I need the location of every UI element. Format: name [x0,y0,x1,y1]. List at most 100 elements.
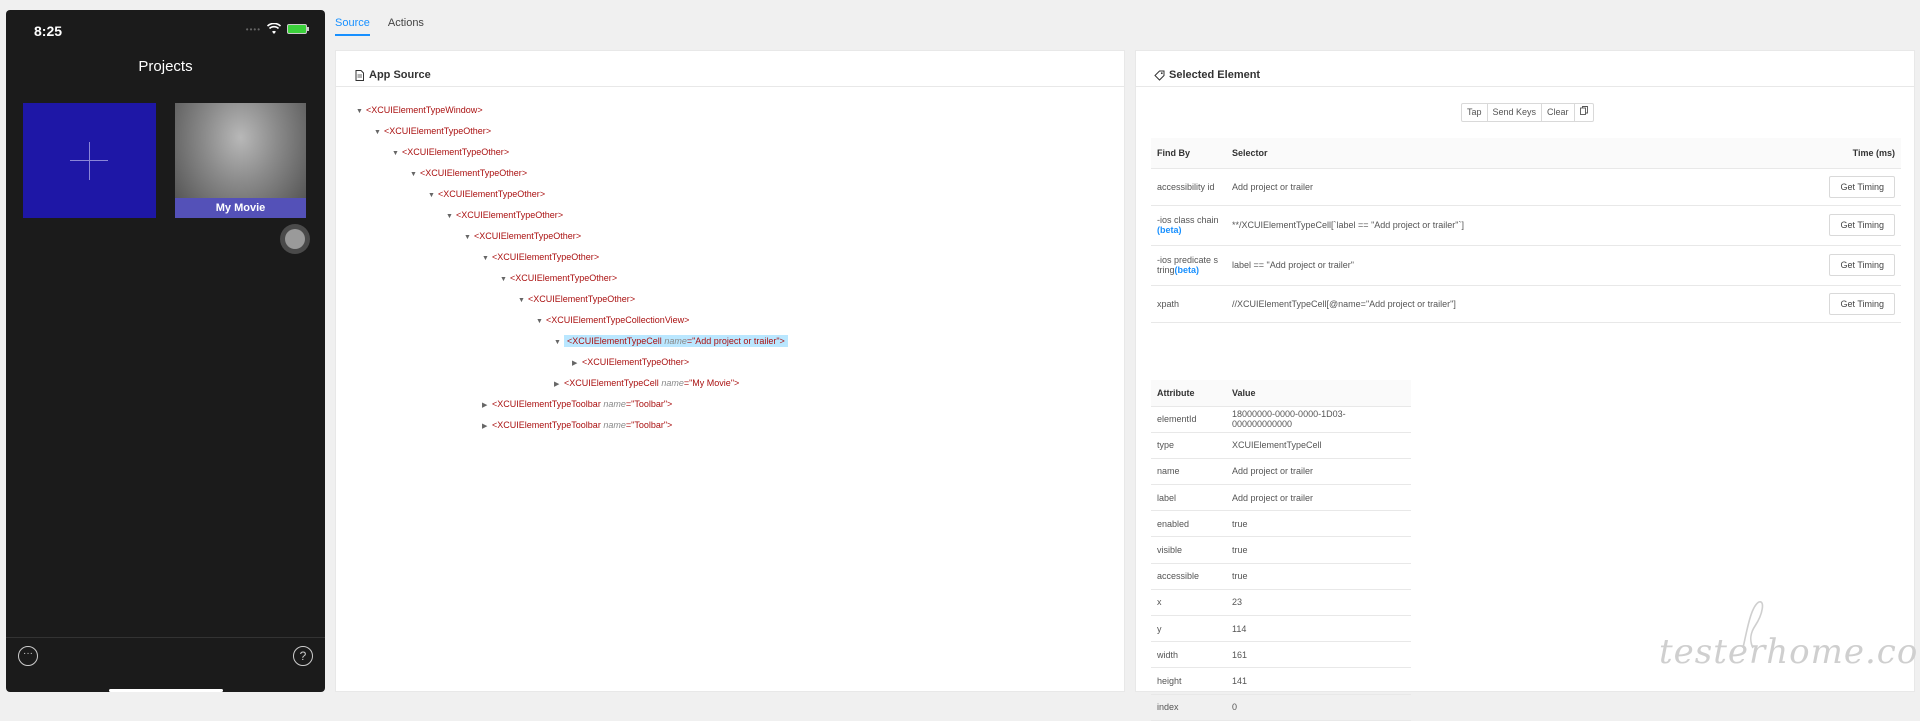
selector-value: //XCUIElementTypeCell[@name="Add project… [1226,285,1739,323]
tab-source[interactable]: Source [335,0,370,36]
tap-button[interactable]: Tap [1462,104,1488,121]
tree-node[interactable]: ▼ <XCUIElementTypeWindow> [356,103,483,117]
tree-node-label[interactable]: <XCUIElementTypeToolbar name="Toolbar"> [492,399,672,409]
add-project-tile[interactable] [23,103,156,218]
bracket: > [485,126,492,136]
tree-node[interactable]: ▼ <XCUIElementTypeOther> [518,292,635,306]
bracket: > [779,336,785,346]
tree-node[interactable]: ▼ <XCUIElementTypeOther> [446,208,563,222]
node-tag: XCUIElementTypeOther [587,357,684,367]
tree-node[interactable]: ▶ <XCUIElementTypeCell name="My Movie"> [554,376,739,390]
attribute-value: true [1226,510,1411,538]
caret-down-icon[interactable]: ▼ [482,252,492,266]
clear-button[interactable]: Clear [1542,104,1575,121]
node-tag: XCUIElementTypeOther [443,189,540,199]
node-tag: XCUIElementTypeOther [461,210,558,220]
tree-node-label[interactable]: <XCUIElementTypeOther> [474,231,581,241]
more-icon[interactable]: ··· [18,646,38,666]
caret-down-icon[interactable]: ▼ [356,105,366,119]
find-by-row: xpath //XCUIElementTypeCell[@name="Add pr… [1151,285,1901,323]
app-source-title: App Source [369,69,431,81]
get-timing-button[interactable]: Get Timing [1829,175,1895,198]
help-icon[interactable]: ? [293,646,313,666]
tree-node[interactable]: ▼ <XCUIElementTypeOther> [392,145,509,159]
tree-node-label[interactable]: <XCUIElementTypeOther> [528,294,635,304]
get-timing-button[interactable]: Get Timing [1829,254,1895,276]
tree-node-label[interactable]: <XCUIElementTypeOther> [438,189,545,199]
find-by-rows: accessibility id Add project or trailer Ge… [1151,168,1901,323]
tree-node[interactable]: ▼ <XCUIElementTypeOther> [428,187,545,201]
tree-node-label[interactable]: <XCUIElementTypeWindow> [366,105,483,115]
timing-cell: Get Timing [1738,168,1901,206]
tree-node-label[interactable]: <XCUIElementTypeOther> [510,273,617,283]
movie-label: My Movie [175,198,306,218]
attribute-name: visible [1151,536,1226,564]
tree-node[interactable]: ▼ <XCUIElementTypeCell name="Add project … [554,334,788,348]
attribute-name: x [1151,589,1226,617]
caret-right-icon[interactable]: ▶ [554,378,564,392]
caret-down-icon[interactable]: ▼ [374,126,384,140]
tree-node-label[interactable]: <XCUIElementTypeOther> [492,252,599,262]
tree-node-label[interactable]: <XCUIElementTypeOther> [582,357,689,367]
bracket: > [521,168,528,178]
bracket: > [629,294,636,304]
tree-node[interactable]: ▶ <XCUIElementTypeOther> [572,355,689,369]
tree-node-label[interactable]: <XCUIElementTypeCell name="Add project o… [564,335,788,347]
caret-right-icon[interactable]: ▶ [482,399,492,413]
tree-node-label[interactable]: <XCUIElementTypeOther> [402,147,509,157]
tree-node-label[interactable]: <XCUIElementTypeCollectionView> [546,315,689,325]
tab-actions[interactable]: Actions [388,0,424,44]
selected-element-panel: Selected Element Tap Send Keys Clear Fin… [1135,50,1915,721]
get-timing-button[interactable]: Get Timing [1829,214,1895,236]
node-tag: XCUIElementTypeOther [407,147,504,157]
caret-down-icon[interactable]: ▼ [536,315,546,329]
caret-down-icon[interactable]: ▼ [410,168,420,182]
assistive-touch-icon[interactable] [280,224,310,254]
status-time: 8:25 [34,23,63,39]
tree-node[interactable]: ▼ <XCUIElementTypeOther> [500,271,617,285]
caret-down-icon[interactable]: ▼ [464,231,474,245]
tree-node-label[interactable]: <XCUIElementTypeOther> [420,168,527,178]
attribute-name: accessible [1151,563,1226,590]
beta-badge: (beta) [1174,265,1200,275]
node-attr-name: name [603,399,626,409]
node-tag: XCUIElementTypeCell [569,378,659,388]
find-by-strategy: accessibility id [1157,181,1215,192]
tree-node[interactable]: ▼ <XCUIElementTypeOther> [374,124,491,138]
caret-down-icon[interactable]: ▼ [392,147,402,161]
find-by-row: accessibility id Add project or trailer Ge… [1151,168,1901,206]
tree-node[interactable]: ▼ <XCUIElementTypeOther> [410,166,527,180]
attribute-row: index 0 [1151,694,1411,721]
send-keys-button[interactable]: Send Keys [1488,104,1543,121]
caret-right-icon[interactable]: ▶ [482,420,492,434]
timing-cell: Get Timing [1738,285,1901,323]
bracket: > [734,378,740,388]
selector-value: Add project or trailer [1226,168,1739,206]
find-by-header-row: Find By Selector Time (ms) [1151,138,1901,169]
tree-node-label[interactable]: <XCUIElementTypeCell name="My Movie"> [564,378,739,388]
caret-down-icon[interactable]: ▼ [428,189,438,203]
phone-screen[interactable]: 8:25 •••• Projects My Movie ··· ? [6,10,325,692]
copy-attributes-button[interactable] [1575,104,1593,121]
tree-node[interactable]: ▼ <XCUIElementTypeCollectionView> [536,313,689,327]
caret-down-icon[interactable]: ▼ [518,294,528,308]
tree-node-label[interactable]: <XCUIElementTypeToolbar name="Toolbar"> [492,420,672,430]
my-movie-tile[interactable]: My Movie [175,103,306,218]
node-attr-value: Toolbar [634,420,664,430]
attribute-row: label Add project or trailer [1151,484,1411,512]
find-by-cell: accessibility id [1151,168,1226,206]
signal-icon: •••• [245,24,261,34]
get-timing-button[interactable]: Get Timing [1829,292,1895,315]
caret-down-icon[interactable]: ▼ [554,336,564,350]
bracket: > [557,210,564,220]
tree-node-label[interactable]: <XCUIElementTypeOther> [384,126,491,136]
tree-node[interactable]: ▼ <XCUIElementTypeOther> [482,250,599,264]
tree-node[interactable]: ▶ <XCUIElementTypeToolbar name="Toolbar"> [482,418,672,432]
tree-node[interactable]: ▼ <XCUIElementTypeOther> [464,229,581,243]
tree-node-label[interactable]: <XCUIElementTypeOther> [456,210,563,220]
caret-down-icon[interactable]: ▼ [446,210,456,224]
tree-node[interactable]: ▶ <XCUIElementTypeToolbar name="Toolbar"> [482,397,672,411]
caret-right-icon[interactable]: ▶ [572,357,582,371]
find-by-row: -ios predicate s tring(beta) label == "Ad… [1151,245,1901,286]
caret-down-icon[interactable]: ▼ [500,273,510,287]
